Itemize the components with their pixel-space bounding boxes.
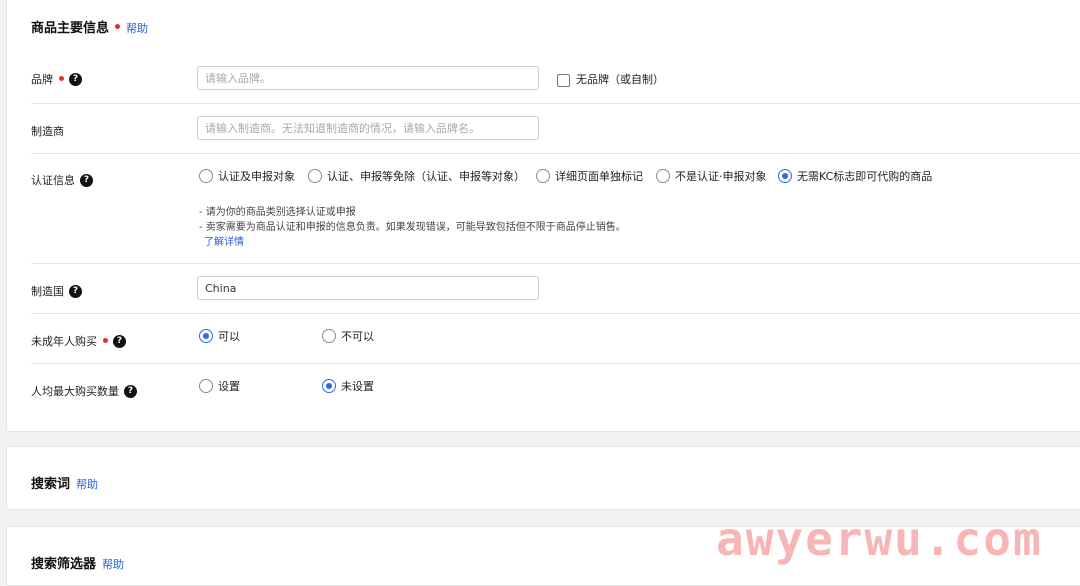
- radio-button-checked[interactable]: [322, 379, 336, 393]
- certification-option-label: 认证、申报等免除（认证、申报等对象）: [327, 170, 525, 183]
- required-dot: [59, 75, 64, 81]
- learn-more-link[interactable]: 了解详情: [204, 233, 244, 248]
- brand-label-text: 品牌: [31, 73, 53, 86]
- radio-button[interactable]: [656, 169, 670, 183]
- help-question-icon[interactable]: ?: [69, 284, 82, 298]
- help-question-icon[interactable]: ?: [69, 72, 82, 86]
- minor-purchase-option-deny[interactable]: 不可以: [322, 328, 374, 344]
- main-info-help-link[interactable]: 帮助: [126, 22, 148, 35]
- divider: [31, 103, 1080, 104]
- radio-button[interactable]: [199, 379, 213, 393]
- divider: [31, 263, 1080, 264]
- main-info-title-text: 商品主要信息: [31, 21, 110, 36]
- search-filter-title-text: 搜索筛选器: [31, 557, 97, 572]
- divider: [31, 313, 1080, 314]
- radio-button[interactable]: [199, 169, 213, 183]
- max-purchase-option-label: 未设置: [341, 380, 374, 393]
- certification-option-4[interactable]: 不是认证·申报对象: [656, 168, 767, 184]
- certification-option-2[interactable]: 认证、申报等免除（认证、申报等对象）: [308, 168, 525, 184]
- radio-button[interactable]: [536, 169, 550, 183]
- radio-button-checked[interactable]: [778, 169, 792, 183]
- certification-option-3[interactable]: 详细页面单独标记: [536, 168, 643, 184]
- certification-label: 认证信息?: [31, 172, 93, 188]
- minor-purchase-option-label: 可以: [218, 330, 240, 343]
- search-keywords-help-link[interactable]: 帮助: [76, 478, 98, 491]
- radio-button[interactable]: [322, 329, 336, 343]
- main-info-card: 商品主要信息帮助 品牌? 无品牌（或自制） 制造商 认证信息? 认证及申报对象 …: [6, 0, 1080, 432]
- max-purchase-option-label: 设置: [218, 380, 240, 393]
- manufacturer-label-text: 制造商: [31, 125, 64, 138]
- max-purchase-label: 人均最大购买数量?: [31, 383, 137, 399]
- max-purchase-option-set[interactable]: 设置: [199, 378, 240, 394]
- certification-option-label: 认证及申报对象: [218, 170, 295, 183]
- search-keywords-title: 搜索词 帮助: [31, 473, 98, 492]
- no-brand-option[interactable]: 无品牌（或自制）: [557, 71, 664, 87]
- manufacturer-label: 制造商: [31, 123, 64, 139]
- search-filter-help-link[interactable]: 帮助: [102, 558, 124, 571]
- max-purchase-option-unset[interactable]: 未设置: [322, 378, 374, 394]
- minor-purchase-label-text: 未成年人购买: [31, 335, 97, 348]
- certification-note-2: - 卖家需要为商品认证和申报的信息负责。如果发现错误，可能导致包括但不限于商品停…: [199, 222, 626, 233]
- no-brand-label: 无品牌（或自制）: [576, 73, 664, 86]
- origin-label-text: 制造国: [31, 285, 64, 298]
- divider: [31, 153, 1080, 154]
- search-filter-title: 搜索筛选器 帮助: [31, 553, 124, 572]
- certification-label-text: 认证信息: [31, 174, 75, 187]
- watermark-text: awyerwu.com: [716, 512, 1043, 566]
- help-question-icon[interactable]: ?: [124, 384, 137, 398]
- certification-option-label: 无需KC标志即可代购的商品: [797, 170, 933, 183]
- minor-purchase-label: 未成年人购买?: [31, 333, 126, 349]
- manufacturer-input[interactable]: [197, 116, 539, 140]
- divider: [31, 363, 1080, 364]
- brand-input[interactable]: [197, 66, 539, 90]
- minor-purchase-option-label: 不可以: [341, 330, 374, 343]
- no-brand-checkbox[interactable]: [557, 73, 570, 87]
- origin-input[interactable]: [197, 276, 539, 300]
- minor-purchase-option-allow[interactable]: 可以: [199, 328, 240, 344]
- search-keywords-title-text: 搜索词: [31, 477, 71, 492]
- certification-option-1[interactable]: 认证及申报对象: [199, 168, 295, 184]
- help-question-icon[interactable]: ?: [113, 334, 126, 348]
- required-dot: [115, 24, 121, 29]
- certification-option-label: 详细页面单独标记: [555, 170, 643, 183]
- radio-button-checked[interactable]: [199, 329, 213, 343]
- radio-button[interactable]: [308, 169, 322, 183]
- certification-option-label: 不是认证·申报对象: [675, 170, 767, 183]
- main-info-title: 商品主要信息 帮助: [31, 17, 148, 36]
- help-question-icon[interactable]: ?: [80, 173, 93, 187]
- required-dot: [103, 337, 108, 343]
- max-purchase-label-text: 人均最大购买数量: [31, 385, 119, 398]
- certification-note-1: - 请为你的商品类别选择认证或申报: [199, 207, 356, 218]
- origin-label: 制造国?: [31, 283, 82, 299]
- search-keywords-card: 搜索词 帮助: [6, 446, 1080, 510]
- certification-option-5[interactable]: 无需KC标志即可代购的商品: [778, 168, 932, 184]
- brand-label: 品牌?: [31, 71, 82, 87]
